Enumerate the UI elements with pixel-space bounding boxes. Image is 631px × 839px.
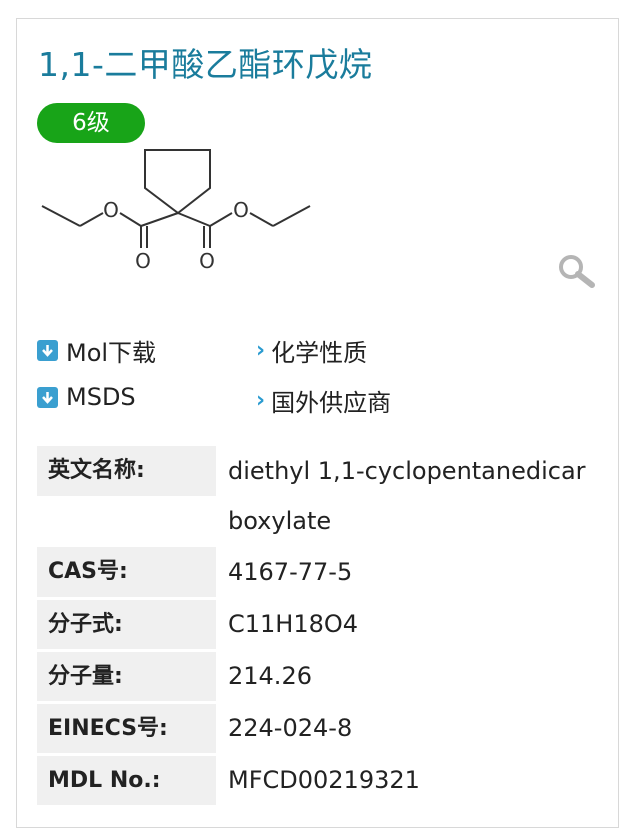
property-label: CAS号:: [37, 547, 216, 597]
foreign-suppliers-link[interactable]: › 国外供应商: [256, 383, 391, 418]
atom-label-o: O: [103, 198, 119, 222]
msds-link[interactable]: MSDS: [37, 383, 136, 411]
properties-table: 英文名称: diethyl 1,1-cyclopentanedicarboxyl…: [37, 446, 597, 805]
property-label: 英文名称:: [37, 446, 216, 496]
chemical-properties-link[interactable]: › 化学性质: [256, 333, 367, 368]
mol-download-label: Mol下载: [66, 339, 157, 367]
property-label: 分子量:: [37, 652, 216, 701]
table-row: 分子量: 214.26: [37, 652, 597, 701]
property-label: EINECS号:: [37, 704, 216, 753]
property-value: 224-024-8: [228, 714, 353, 742]
table-row: CAS号: 4167-77-5: [37, 547, 597, 597]
table-row: EINECS号: 224-024-8: [37, 704, 597, 753]
property-value: C11H18O4: [228, 610, 359, 638]
property-value: MFCD00219321: [228, 766, 420, 794]
property-label: MDL No.:: [37, 756, 216, 805]
atom-label-o: O: [135, 249, 151, 273]
msds-label: MSDS: [66, 383, 136, 411]
property-value: 214.26: [228, 662, 312, 690]
table-row: 分子式: C11H18O4: [37, 600, 597, 649]
property-value: 4167-77-5: [228, 558, 353, 586]
download-icon: [37, 340, 58, 361]
mol-download-link[interactable]: Mol下载: [37, 333, 156, 368]
chevron-right-icon: ›: [256, 338, 266, 363]
grade-badge: 6级: [37, 103, 145, 143]
atom-label-o: O: [199, 249, 215, 273]
table-row: 英文名称: diethyl 1,1-cyclopentanedicarboxyl…: [37, 446, 597, 544]
atom-label-o: O: [233, 198, 249, 222]
magnifier-icon[interactable]: [557, 253, 597, 289]
page-title: 1,1-二甲酸乙酯环戊烷: [38, 45, 373, 84]
property-value: diethyl 1,1-cyclopentanedicarboxylate: [228, 457, 586, 535]
cyclopentane-ring: [144, 149, 211, 215]
chevron-right-icon: ›: [256, 388, 266, 413]
chemical-properties-label: 化学性质: [271, 339, 368, 367]
table-row: MDL No.: MFCD00219321: [37, 756, 597, 805]
foreign-suppliers-label: 国外供应商: [271, 389, 392, 417]
chemical-structure[interactable]: O O O O: [30, 138, 330, 278]
property-label: 分子式:: [37, 600, 216, 649]
download-icon: [37, 386, 58, 408]
